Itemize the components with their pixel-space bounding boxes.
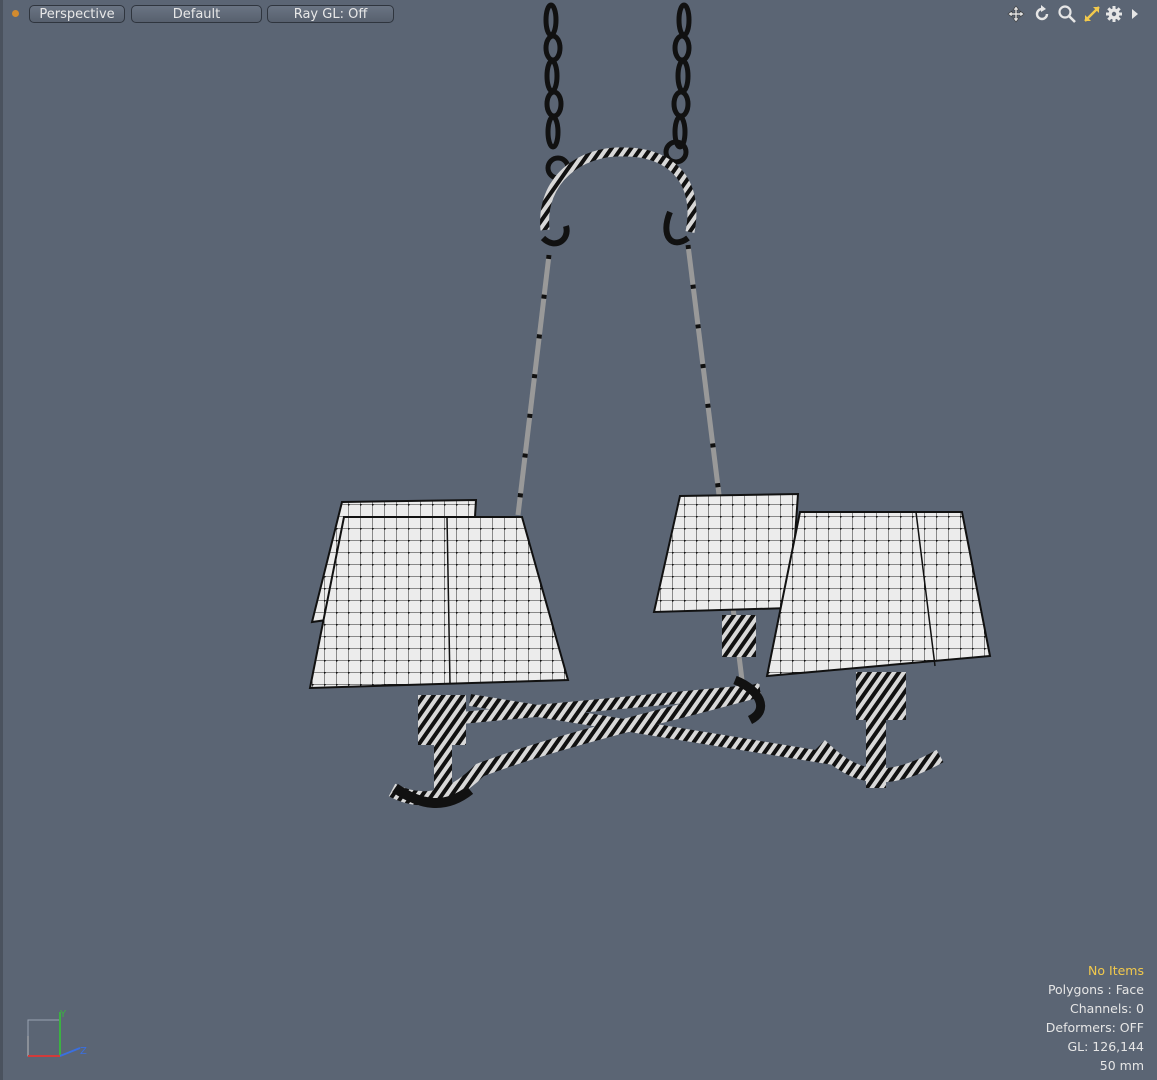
viewport-status-dot[interactable] xyxy=(12,10,19,17)
lamp-shade-back-right xyxy=(652,492,800,614)
deformers-status: Deformers: OFF xyxy=(1045,1020,1144,1035)
rotate-icon[interactable] xyxy=(1032,4,1052,24)
chandelier-wireframe-model xyxy=(308,2,992,808)
fit-icon[interactable] xyxy=(1082,4,1102,24)
channels-count: Channels: 0 xyxy=(1070,1001,1144,1016)
more-arrow-icon[interactable] xyxy=(1126,4,1146,24)
3d-viewport[interactable]: Perspective Default Ray GL: Off No Items… xyxy=(0,0,1157,1080)
chain-right xyxy=(663,2,692,165)
viewport-info-hud: No Items Polygons : Face Channels: 0 Def… xyxy=(1046,961,1144,1075)
focal-length: 50 mm xyxy=(1099,1058,1144,1073)
move-icon[interactable] xyxy=(1006,4,1026,24)
axis-gizmo: Y Z xyxy=(27,1009,87,1057)
lamp-shade-front-right xyxy=(765,511,992,678)
viewport-toolbar: Perspective Default Ray GL: Off xyxy=(0,0,1157,28)
raygl-toggle[interactable]: Ray GL: Off xyxy=(267,5,394,23)
settings-gear-icon[interactable] xyxy=(1104,4,1124,24)
view-type-dropdown[interactable]: Perspective xyxy=(29,5,125,23)
view-style-dropdown[interactable]: Default xyxy=(131,5,262,23)
selection-status: No Items xyxy=(1088,963,1144,978)
chain-left xyxy=(543,2,571,181)
axis-y-label: Y xyxy=(59,1009,67,1020)
lamp-shade-front-left xyxy=(308,516,570,690)
gl-polycount: GL: 126,144 xyxy=(1067,1039,1144,1054)
zoom-icon[interactable] xyxy=(1057,4,1077,24)
polygons-mode: Polygons : Face xyxy=(1047,982,1144,997)
axis-z-label: Z xyxy=(80,1046,87,1057)
